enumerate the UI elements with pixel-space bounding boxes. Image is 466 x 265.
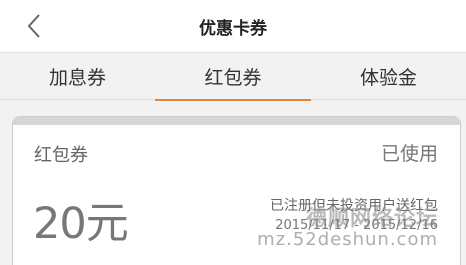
coupon-validity-period: 2015/11/17 - 2015/12/16 [275,218,438,233]
header-bar: 优惠卡券 [0,0,466,52]
coupon-card[interactable]: 红包券 已使用 20元 已注册但未投资用户送红包 2015/11/17 - 20… [12,116,461,265]
active-tab-indicator [155,99,311,101]
tab-interest-coupon[interactable]: 加息券 [0,53,155,100]
tab-red-envelope-coupon[interactable]: 红包券 [155,53,311,100]
coupon-description: 已注册但未投资用户送红包 [270,198,438,214]
coupon-type-label: 红包券 [34,145,88,166]
page-title: 优惠卡券 [199,19,267,39]
tab-trial-fund[interactable]: 体验金 [311,53,466,100]
coupon-status-label: 已使用 [380,143,438,165]
coupon-amount: 20元 [33,199,129,249]
tab-bar: 加息券 红包券 体验金 [0,52,466,101]
card-top-strip [13,117,460,125]
